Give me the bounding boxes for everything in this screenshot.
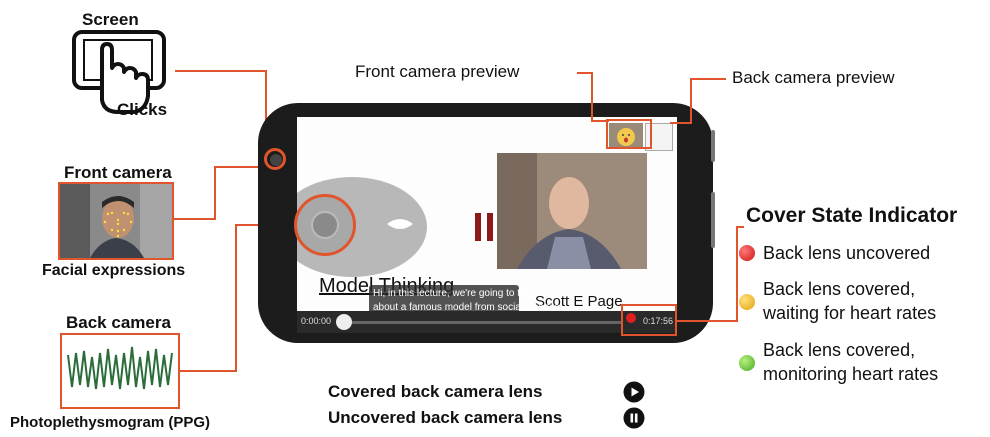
connector-front-preview-v	[591, 72, 593, 122]
time-current: 0:00:00	[301, 316, 332, 326]
phone-side-button-top	[711, 130, 715, 162]
covered-lens-label: Covered back camera lens	[328, 382, 543, 401]
presenter-video	[497, 153, 647, 269]
back-camera-label: Back camera	[66, 313, 171, 332]
pause-icon	[623, 407, 645, 429]
legend-yellow-line1: Back lens covered,	[763, 279, 916, 299]
clicks-label: Clicks	[117, 100, 168, 119]
connector-back	[180, 370, 237, 372]
screen-label: Screen	[82, 10, 139, 29]
connector-indicator-top	[736, 226, 744, 228]
facial-expressions-label: Facial expressions	[42, 262, 186, 279]
connector-back-preview-h	[690, 78, 726, 80]
uncovered-lens-label: Uncovered back camera lens	[328, 408, 563, 427]
legend-yellow-line2: waiting for heart rates	[763, 303, 937, 323]
connector-front	[174, 218, 216, 220]
back-lens-inner	[311, 211, 339, 239]
ppg-label: Photoplethysmogram (PPG)	[10, 414, 211, 431]
face-tracking-image	[60, 184, 172, 258]
connector-indicator-h	[677, 320, 738, 322]
connector-screen	[175, 70, 267, 72]
legend-red-line1: Back lens uncovered	[763, 243, 931, 263]
ppg-frame	[60, 333, 180, 409]
back-preview-label: Back camera preview	[732, 68, 895, 87]
seek-track[interactable]	[343, 321, 623, 324]
connector-back-preview-v	[690, 78, 692, 124]
legend-dot-green	[739, 355, 755, 371]
front-lens-highlight	[264, 148, 286, 170]
legend-green-line2: monitoring heart rates	[763, 364, 939, 384]
indicator-highlight	[621, 304, 677, 336]
subtitle-line-1: Hi, in this lecture, we're going to talk	[373, 288, 533, 299]
indicator-title: Cover State Indicator	[746, 204, 958, 227]
ppg-waveform	[67, 346, 173, 390]
phone-side-button-bottom	[711, 192, 715, 248]
face-image-frame	[58, 182, 174, 260]
seek-handle[interactable]	[336, 314, 352, 330]
connector-indicator-v	[736, 226, 738, 322]
legend-dot-red	[739, 245, 755, 261]
legend-dot-yellow	[739, 294, 755, 310]
connector-back-v	[235, 224, 237, 372]
legend-green-line1: Back lens covered,	[763, 340, 916, 360]
connector-front-preview-h2	[591, 120, 609, 122]
logo-mark-icon	[387, 219, 413, 229]
slide-pause-bar-right	[487, 213, 493, 241]
slide-pause-bar-left	[475, 213, 481, 241]
play-icon	[623, 381, 645, 403]
connector-front-v	[214, 166, 216, 220]
preview-highlight	[606, 119, 652, 149]
connector-back-preview-h2	[670, 122, 692, 124]
front-preview-label: Front camera preview	[355, 62, 520, 81]
front-camera-label: Front camera	[64, 163, 172, 182]
